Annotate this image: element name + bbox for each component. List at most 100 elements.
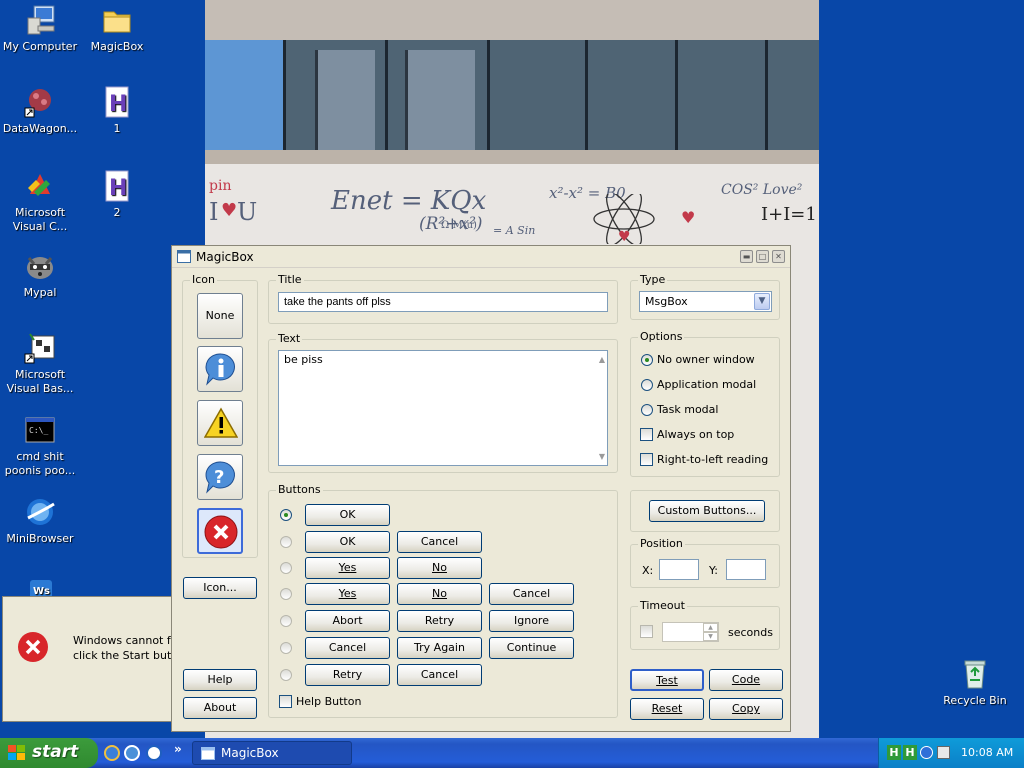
timeout-input[interactable]: ▲ ▼ (662, 622, 719, 642)
buttons-radio-retry-cancel[interactable] (280, 669, 292, 681)
preview-ok-button[interactable]: OK (305, 531, 390, 553)
option-no-owner-radio[interactable] (641, 354, 653, 366)
preview-no-button[interactable]: No (397, 557, 482, 579)
taskbar-item-magicbox[interactable]: MagicBox (192, 741, 352, 765)
icon-error-button[interactable] (197, 508, 243, 554)
code-button[interactable]: Code (709, 669, 783, 691)
desktop-icon-cmd[interactable]: C:\_ cmd shit poonis poo... (0, 414, 80, 478)
minimize-button[interactable]: ▬ (740, 250, 753, 263)
help-button[interactable]: Help (183, 669, 257, 691)
preview-try-again-button[interactable]: Try Again (397, 637, 482, 659)
media-player-quicklaunch-icon[interactable] (146, 745, 162, 761)
desktop-icon-mypal[interactable]: Mypal (0, 250, 80, 300)
buttons-radio-yes-no[interactable] (280, 562, 292, 574)
help-button-checkbox[interactable] (279, 695, 292, 708)
icon-none-button[interactable]: None (197, 293, 243, 339)
preview-cancel-button[interactable]: Cancel (397, 664, 482, 686)
position-y-input[interactable] (726, 559, 766, 580)
desktop-icon-magicbox[interactable]: MagicBox (77, 4, 157, 54)
buttons-radio-yes-no-cancel[interactable] (280, 588, 292, 600)
volume-tray-icon[interactable] (937, 746, 950, 759)
type-select[interactable]: MsgBox ▼ (639, 291, 772, 312)
whiteboard-heart: ♥ (681, 208, 696, 227)
timeout-checkbox[interactable] (640, 625, 653, 638)
desktop-icon-label: Mypal (23, 286, 57, 299)
spin-down-icon[interactable]: ▼ (703, 632, 718, 641)
text-area[interactable]: be piss ▲ ▼ (278, 350, 608, 466)
buttons-radio-cancel-tryagain-continue[interactable] (280, 642, 292, 654)
custom-buttons-button[interactable]: Custom Buttons... (649, 500, 765, 522)
whiteboard-scribble: = A Sin (493, 224, 536, 237)
desktop-icon-recycle-bin[interactable]: Recycle Bin (935, 658, 1015, 708)
start-label: start (32, 742, 79, 762)
desktop-icon-label: 2 (113, 206, 121, 219)
quicklaunch-overflow-chevron[interactable]: » (174, 742, 182, 756)
clock[interactable]: 10:08 AM (961, 746, 1013, 759)
h-tray-icon[interactable]: H (887, 745, 901, 760)
whiteboard-heart: ♥ (221, 200, 238, 221)
whiteboard-scribble: I+I=1 (761, 204, 817, 225)
preview-cancel-button[interactable]: Cancel (489, 583, 574, 605)
preview-button-label: Retry (332, 668, 363, 681)
recycle-bin-icon (959, 658, 991, 690)
option-application-modal-radio[interactable] (641, 379, 653, 391)
preview-yes-button[interactable]: Yes (305, 557, 390, 579)
desktop-icon-datawagon[interactable]: DataWagon... (0, 86, 80, 136)
preview-cancel-button[interactable]: Cancel (305, 637, 390, 659)
preview-cancel-button[interactable]: Cancel (397, 531, 482, 553)
buttons-radio-ok-cancel[interactable] (280, 536, 292, 548)
wallpaper-building (315, 50, 375, 158)
preview-ignore-button[interactable]: Ignore (489, 610, 574, 632)
about-button[interactable]: About (183, 697, 257, 719)
icon-information-button[interactable] (197, 346, 243, 392)
ie-quicklaunch-icon[interactable] (104, 745, 120, 761)
icon-question-button[interactable]: ? (197, 454, 243, 500)
desktop-icon-visual-c[interactable]: Microsoft Visual C... (0, 170, 80, 234)
preview-retry-button[interactable]: Retry (397, 610, 482, 632)
option-right-to-left-checkbox[interactable] (640, 453, 653, 466)
wallpaper-building (405, 50, 475, 158)
maximize-button[interactable]: □ (756, 250, 769, 263)
scroll-up-icon[interactable]: ▲ (599, 355, 605, 364)
preview-retry-button[interactable]: Retry (305, 664, 390, 686)
scroll-down-icon[interactable]: ▼ (599, 452, 605, 461)
option-task-modal-radio[interactable] (641, 404, 653, 416)
browser-quicklaunch-icon[interactable] (124, 745, 140, 761)
chevron-down-icon[interactable]: ▼ (754, 293, 770, 310)
preview-yes-button[interactable]: Yes (305, 583, 390, 605)
svg-text:Ws: Ws (33, 586, 50, 596)
desktop-icon-visual-basic[interactable]: Microsoft Visual Bas... (0, 332, 80, 396)
buttons-radio-ok[interactable] (280, 509, 292, 521)
desktop-icon-2[interactable]: H 2 (77, 170, 157, 220)
preview-abort-button[interactable]: Abort (305, 610, 390, 632)
preview-continue-button[interactable]: Continue (489, 637, 574, 659)
h-tray-icon[interactable]: H (903, 745, 917, 760)
start-button[interactable]: start (0, 738, 98, 768)
buttons-radio-abort-retry-ignore[interactable] (280, 615, 292, 627)
wallpaper-mullion (385, 40, 388, 158)
close-button[interactable]: ✕ (772, 250, 785, 263)
warning-icon (204, 407, 238, 438)
raccoon-icon (24, 250, 56, 282)
desktop-icon-ws[interactable]: Ws (0, 576, 80, 596)
desktop-icon-my-computer[interactable]: My Computer (0, 4, 80, 54)
preview-no-button[interactable]: No (397, 583, 482, 605)
icon-warning-button[interactable] (197, 400, 243, 446)
type-select-value: MsgBox (645, 295, 688, 308)
dialog-title-bar[interactable]: MagicBox ▬ □ ✕ (172, 246, 790, 268)
desktop-icon-minibrowser[interactable]: MiniBrowser (0, 496, 80, 546)
icon-browse-button[interactable]: Icon... (183, 577, 257, 599)
title-input[interactable] (278, 292, 608, 312)
option-always-on-top-checkbox[interactable] (640, 428, 653, 441)
reset-button[interactable]: Reset (630, 698, 704, 720)
timeout-unit-label: seconds (728, 626, 773, 639)
spin-up-icon[interactable]: ▲ (703, 623, 718, 632)
copy-button[interactable]: Copy (709, 698, 783, 720)
desktop-icon-1[interactable]: H 1 (77, 86, 157, 136)
dialog-title: MagicBox (196, 250, 254, 264)
preview-ok-button[interactable]: OK (305, 504, 390, 526)
position-x-input[interactable] (659, 559, 699, 580)
network-tray-icon[interactable] (920, 746, 933, 759)
desktop-icon-label: cmd shit poonis poo... (4, 450, 76, 477)
test-button[interactable]: Test (630, 669, 704, 691)
